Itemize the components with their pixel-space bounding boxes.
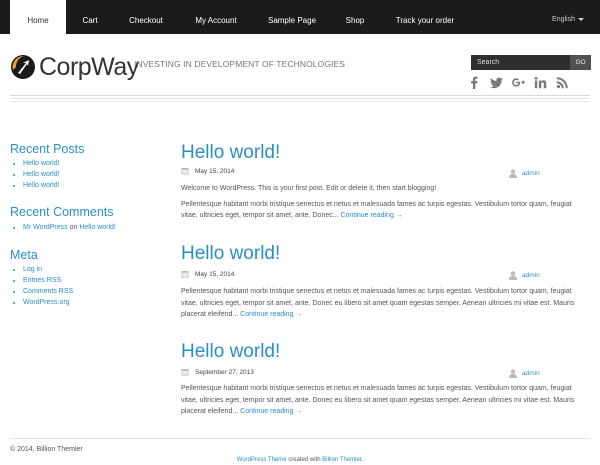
comment-author-link[interactable]: Mr WordPress [23, 224, 68, 231]
nav-track-order[interactable]: Track your order [390, 0, 460, 34]
twitter-icon[interactable] [489, 75, 503, 89]
facebook-icon[interactable] [467, 75, 481, 89]
recent-posts-title: Recent Posts [10, 142, 85, 156]
list-item: Comments RSS [23, 286, 73, 297]
nav-shop[interactable]: Shop [338, 0, 372, 34]
nav-my-account[interactable]: My Account [186, 0, 246, 34]
post-author-name: admin [522, 272, 540, 279]
post-date: May 15, 2014 [181, 270, 234, 278]
meta-title: Meta [10, 248, 38, 262]
post-date-text: May 15, 2014 [195, 167, 235, 175]
post-paragraph: Pellentesque habitant morbi tristique se… [181, 383, 585, 418]
post-date: September 27, 2013 [181, 368, 254, 376]
post-author-name: admin [522, 370, 540, 377]
language-selector[interactable]: English [552, 16, 584, 23]
post-title[interactable]: Hello world! [181, 341, 280, 363]
post-author[interactable]: admin [509, 169, 540, 178]
list-item: Entries RSS [23, 275, 73, 286]
search-input[interactable] [471, 55, 570, 70]
user-icon [509, 369, 517, 378]
post-date-text: May 15, 2014 [195, 270, 235, 278]
wordpress-theme-link[interactable]: WordPress Theme [237, 457, 287, 463]
logo-text: CorpWay [39, 52, 139, 81]
recent-post-link[interactable]: Hello world! [23, 182, 60, 189]
post-date: May 15, 2014 [181, 167, 234, 175]
footer-divider [10, 438, 590, 439]
post-excerpt: Welcome to WordPress. This is your first… [181, 183, 585, 222]
caret-down-icon [578, 17, 584, 21]
header-divider [10, 95, 590, 96]
post-title[interactable]: Hello world! [181, 243, 280, 265]
social-links [467, 74, 577, 90]
nav-sample-page[interactable]: Sample Page [262, 0, 322, 34]
post-paragraph: Pellentesque habitant morbi tristique se… [181, 286, 585, 321]
list-item: Hello world! [23, 180, 60, 191]
user-icon [509, 271, 517, 280]
recent-comments-title: Recent Comments [10, 205, 114, 219]
nav-home[interactable]: Home [10, 0, 66, 34]
list-item: Mr WordPress on Hello world! [23, 222, 116, 233]
search-form: GO [471, 55, 591, 70]
header-divider [10, 101, 590, 102]
calendar-icon [181, 168, 189, 175]
continue-reading-link[interactable]: Continue reading → [240, 311, 302, 318]
user-icon [509, 169, 517, 178]
site-tagline: INVESTING IN DEVELOPMENT OF TECHNOLOGIES [134, 59, 346, 69]
list-item: Hello world! [23, 169, 60, 180]
calendar-icon [181, 369, 189, 376]
list-item: Log in [23, 264, 73, 275]
post-title[interactable]: Hello world! [181, 142, 280, 164]
meta-log-in-link[interactable]: Log in [23, 266, 42, 273]
meta-entries-rss-link[interactable]: Entries RSS [23, 277, 61, 284]
header-divider [10, 98, 590, 99]
list-item: WordPress.org [23, 297, 73, 308]
search-button[interactable]: GO [570, 55, 591, 70]
top-navigation: Home Cart Checkout My Account Sample Pag… [0, 0, 600, 34]
comment-on-text: on [69, 224, 78, 231]
billion-themler-link[interactable]: Billion Themler [322, 457, 361, 463]
post-paragraph: Welcome to WordPress. This is your first… [181, 185, 437, 192]
post-date-text: September 27, 2013 [195, 368, 254, 376]
meta-comments-rss-link[interactable]: Comments RSS [23, 288, 73, 295]
post-author[interactable]: admin [509, 369, 540, 378]
recent-post-link[interactable]: Hello world! [23, 160, 60, 167]
recent-post-link[interactable]: Hello world! [23, 171, 60, 178]
continue-reading-link[interactable]: Continue reading → [341, 212, 403, 219]
copyright-text: © 2014, Billion Themler [10, 446, 83, 453]
calendar-icon [181, 271, 189, 278]
theme-credit: WordPress Theme created with Billion The… [0, 457, 600, 463]
post-author[interactable]: admin [509, 271, 540, 280]
comment-post-link[interactable]: Hello world! [79, 224, 116, 231]
credit-end: . [361, 457, 364, 463]
language-label: English [552, 16, 575, 23]
meta-list: Log in Entries RSS Comments RSS WordPres… [20, 264, 73, 308]
site-logo[interactable]: CorpWay [10, 50, 140, 84]
list-item: Hello world! [23, 158, 60, 169]
meta-wordpress-org-link[interactable]: WordPress.org [23, 299, 70, 306]
continue-reading-link[interactable]: Continue reading → [240, 408, 302, 415]
google-plus-icon[interactable] [511, 75, 525, 89]
rss-icon[interactable] [555, 75, 569, 89]
post-paragraph: Pellentesque habitant morbi tristique se… [181, 199, 585, 222]
nav-checkout[interactable]: Checkout [118, 0, 174, 34]
logo-mark-icon [11, 55, 35, 79]
linkedin-icon[interactable] [533, 75, 547, 89]
recent-posts-list: Hello world! Hello world! Hello world! [20, 158, 60, 191]
credit-text: created with [288, 457, 321, 463]
post-author-name: admin [522, 170, 540, 177]
recent-comments-list: Mr WordPress on Hello world! [20, 222, 116, 233]
post-excerpt: Pellentesque habitant morbi tristique se… [181, 383, 585, 418]
post-excerpt: Pellentesque habitant morbi tristique se… [181, 286, 585, 321]
nav-cart[interactable]: Cart [66, 0, 114, 34]
